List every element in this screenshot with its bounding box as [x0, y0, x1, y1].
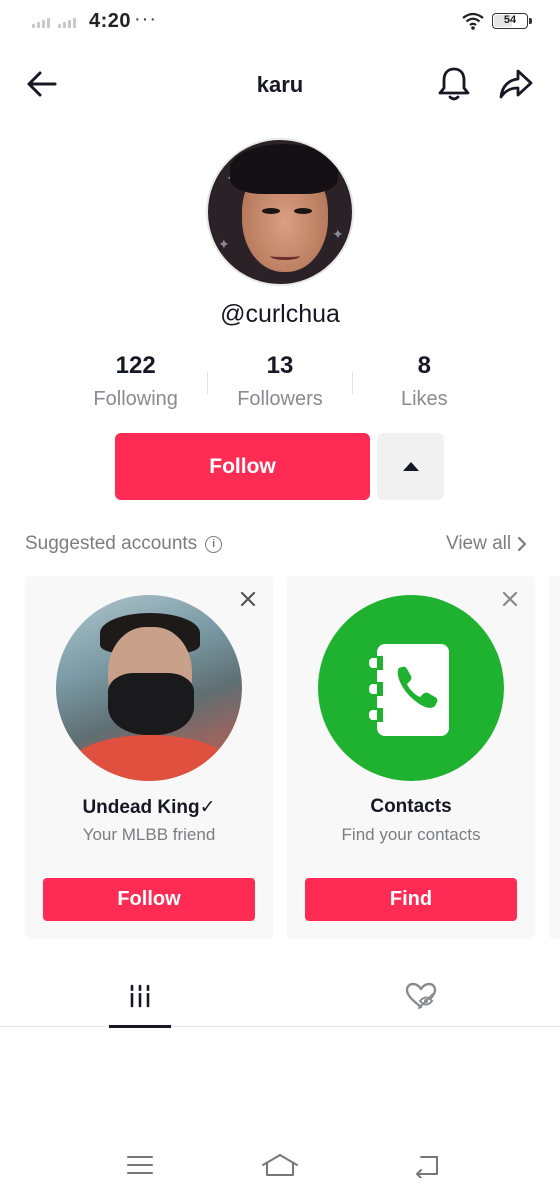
- share-icon: [499, 69, 533, 99]
- header-title: karu: [256, 72, 304, 97]
- nav-menu-button[interactable]: [120, 1145, 160, 1185]
- close-icon[interactable]: [239, 590, 257, 608]
- system-nav-bar: [0, 1135, 560, 1200]
- videos-grid-icon: [130, 984, 150, 1008]
- share-button[interactable]: [494, 62, 538, 106]
- signal-icon: [32, 16, 76, 28]
- contacts-name: Contacts: [370, 796, 452, 817]
- stat-following-value: 122: [115, 352, 156, 379]
- stat-followers-label: Followers: [237, 388, 323, 410]
- contacts-subtitle: Find your contacts: [341, 825, 481, 844]
- bell-icon: [438, 67, 470, 101]
- home-icon: [262, 1154, 298, 1176]
- battery-indicator: 54: [492, 13, 532, 29]
- tab-videos[interactable]: [109, 965, 171, 1028]
- contacts-avatar[interactable]: [318, 595, 504, 781]
- find-contacts-button[interactable]: Find: [305, 878, 517, 921]
- wifi-icon: [461, 11, 485, 36]
- follow-button[interactable]: Follow: [115, 433, 370, 500]
- liked-hidden-icon: [405, 982, 437, 1009]
- profile-username: @curlchua: [220, 300, 340, 328]
- menu-icon: [127, 1156, 153, 1174]
- chevron-right-icon: [518, 536, 527, 552]
- caret-up-icon: [402, 462, 419, 471]
- status-bar: 4:20 ··· 54: [0, 0, 560, 44]
- stat-likes-label: Likes: [400, 388, 448, 410]
- suggested-card-peek[interactable]: [549, 576, 560, 939]
- suggested-card[interactable]: Undead King✓ Your MLBB friend Follow: [25, 576, 273, 939]
- stat-following[interactable]: 122 Following: [64, 352, 207, 416]
- close-icon[interactable]: [501, 590, 519, 608]
- contacts-book-icon: [369, 644, 449, 736]
- tab-liked[interactable]: [390, 965, 452, 1027]
- stat-following-label: Following: [93, 388, 178, 410]
- status-more-indicator: ···: [134, 8, 157, 30]
- nav-back-button[interactable]: [406, 1145, 446, 1185]
- profile-header: karu: [0, 60, 560, 110]
- suggested-follow-button[interactable]: Follow: [43, 878, 255, 921]
- suggested-subtitle: Your MLBB friend: [82, 825, 216, 844]
- notification-button[interactable]: [432, 62, 476, 106]
- status-time: 4:20: [89, 10, 132, 32]
- stat-likes-value: 8: [417, 352, 431, 379]
- back-icon: [416, 1156, 438, 1178]
- suggested-accounts-header: Suggested accounts i: [25, 533, 223, 555]
- suggested-toggle-button[interactable]: [377, 433, 444, 500]
- profile-stats: 122 Following 13 Followers 8 Likes: [64, 352, 496, 416]
- view-all-label: View all: [446, 533, 512, 554]
- stat-likes: 8 Likes: [353, 352, 496, 416]
- profile-tabs: [0, 965, 560, 1028]
- contacts-card[interactable]: Contacts Find your contacts Find: [287, 576, 535, 939]
- stat-followers-value: 13: [266, 352, 294, 379]
- info-icon[interactable]: i: [205, 535, 223, 553]
- stat-followers[interactable]: 13 Followers: [208, 352, 351, 416]
- suggested-avatar[interactable]: [56, 595, 242, 781]
- suggested-name: Undead King✓: [82, 797, 216, 818]
- view-all-link[interactable]: View all: [446, 533, 527, 555]
- suggested-accounts-title: Suggested accounts: [25, 533, 198, 554]
- profile-avatar[interactable]: ✦ ✦ ✦ ✦: [206, 138, 354, 286]
- nav-home-button[interactable]: [260, 1145, 300, 1185]
